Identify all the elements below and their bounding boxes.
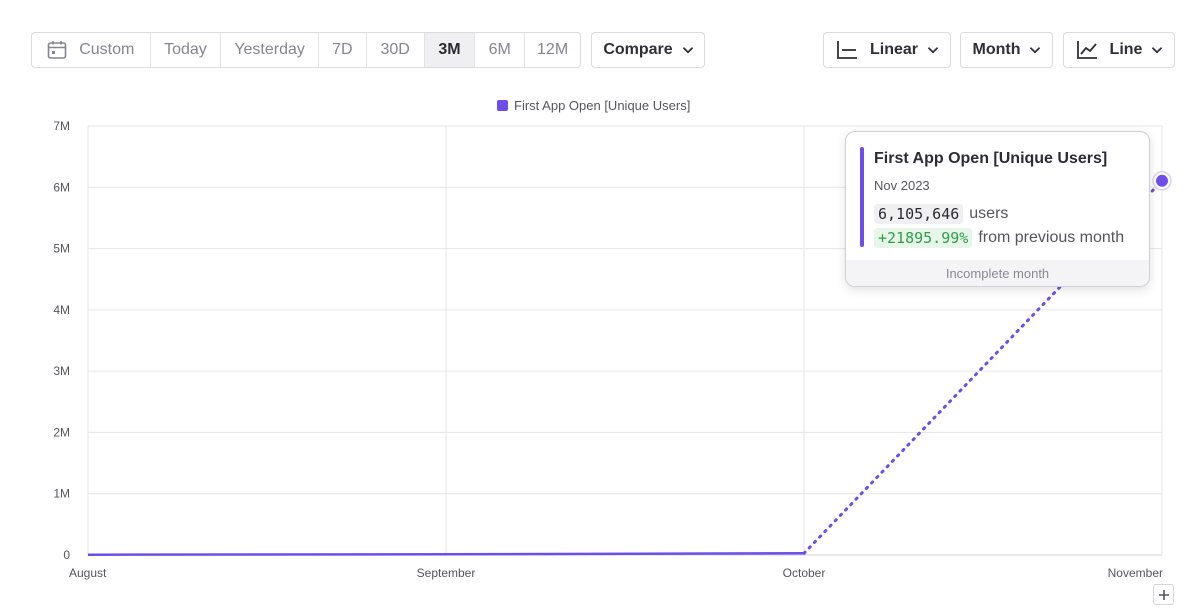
tooltip-change-suffix: from previous month xyxy=(978,229,1125,246)
tooltip-title: First App Open [Unique Users] xyxy=(874,150,1108,167)
tooltip-date: Nov 2023 xyxy=(874,178,930,193)
tooltip-value: 6,105,646 xyxy=(874,204,964,224)
tooltip-change-line: +21895.99% from previous month xyxy=(874,228,1124,248)
plus-icon xyxy=(1158,589,1170,601)
line-chart[interactable]: 0 1M 2M 3M 4M 5M 6M 7M August September October Nov… xyxy=(0,0,1200,612)
x-tick-label: November xyxy=(1108,566,1163,580)
tooltip-value-line: 6,105,646 users xyxy=(874,204,1008,224)
x-tick-label: August xyxy=(69,566,107,580)
tooltip-series-bar xyxy=(860,147,864,247)
tooltip-footer: Incomplete month xyxy=(846,260,1149,286)
y-tick-label: 4M xyxy=(53,303,70,317)
highlight-point xyxy=(1156,174,1168,187)
x-tick-label: September xyxy=(417,566,476,580)
y-tick-label: 6M xyxy=(53,180,70,194)
data-tooltip: First App Open [Unique Users] Nov 2023 6… xyxy=(845,131,1150,287)
tooltip-change: +21895.99% xyxy=(874,228,973,248)
y-tick-label: 5M xyxy=(53,242,70,256)
x-tick-label: October xyxy=(783,566,826,580)
y-tick-label: 2M xyxy=(53,425,70,439)
series-line xyxy=(87,552,805,556)
y-tick-label: 0 xyxy=(63,548,70,562)
tooltip-unit: users xyxy=(969,205,1009,222)
y-tick-label: 1M xyxy=(53,487,70,501)
y-tick-label: 3M xyxy=(53,364,70,378)
y-tick-label: 7M xyxy=(53,119,70,133)
expand-button[interactable] xyxy=(1153,584,1174,605)
